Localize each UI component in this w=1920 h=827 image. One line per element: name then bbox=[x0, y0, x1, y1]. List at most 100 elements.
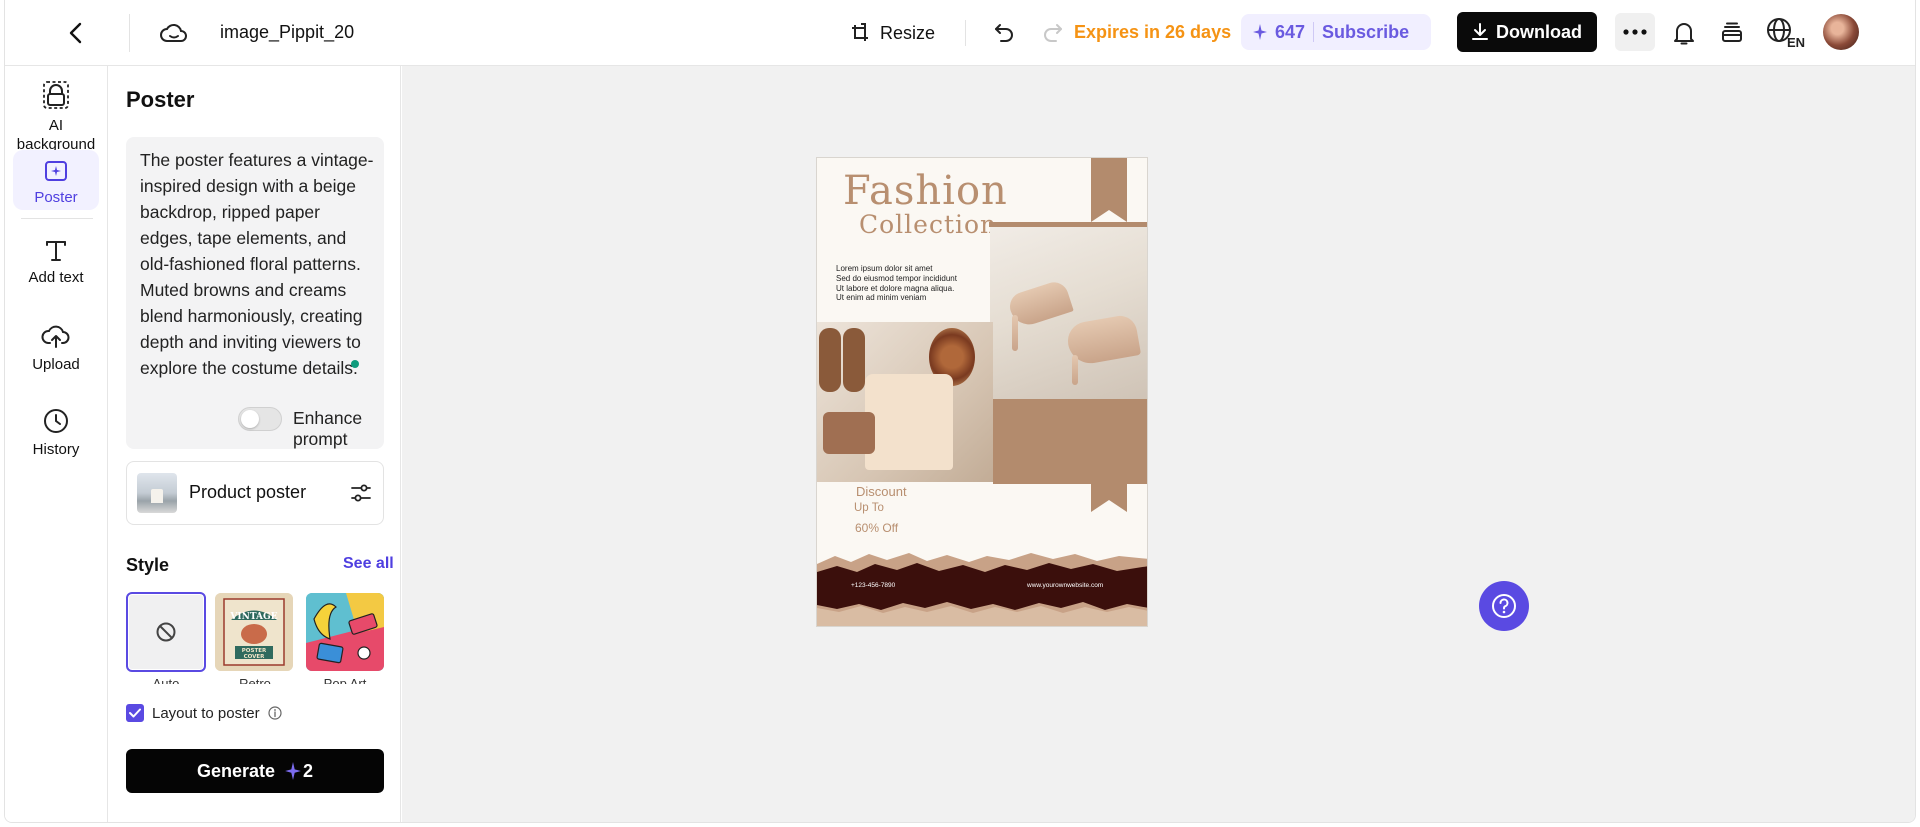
divider bbox=[129, 14, 130, 52]
undo-button[interactable] bbox=[987, 16, 1021, 50]
credits-pill[interactable]: 647 Subscribe bbox=[1241, 14, 1431, 50]
poster-lorem-line: Sed do eiusmod tempor incididunt bbox=[836, 273, 957, 283]
poster-phone: +123-456-7890 bbox=[851, 582, 896, 589]
redo-icon bbox=[1044, 24, 1062, 42]
info-icon[interactable] bbox=[267, 706, 282, 720]
poster-photo-flatlay bbox=[817, 322, 993, 482]
resize-button[interactable]: Resize bbox=[848, 16, 935, 50]
generate-label: Generate bbox=[196, 760, 276, 781]
avatar[interactable] bbox=[1823, 14, 1859, 50]
product-thumbnail bbox=[137, 473, 177, 513]
generate-button[interactable]: Generate 2 bbox=[126, 749, 384, 793]
flatlay-sweater bbox=[865, 374, 953, 470]
prompt-box[interactable]: The poster features a vintage-inspired d… bbox=[126, 137, 384, 449]
more-horizontal-icon bbox=[1623, 29, 1647, 35]
poster-lorem-line: Lorem ipsum dolor sit amet bbox=[836, 264, 933, 273]
heel-right bbox=[1072, 355, 1078, 385]
flatlay-shoe bbox=[819, 328, 841, 392]
poster-preview[interactable]: Fashion Collection Lorem ipsum dolor sit… bbox=[816, 157, 1148, 627]
clock-icon bbox=[44, 409, 68, 433]
generate-cost-value: 2 bbox=[303, 760, 314, 781]
poster-lorem-line: Ut enim ad minim veniam bbox=[836, 293, 927, 303]
credits-count: 647 bbox=[1275, 21, 1306, 42]
layout-to-poster-row: Layout to poster bbox=[126, 703, 282, 723]
notifications-button[interactable] bbox=[1667, 16, 1701, 50]
download-icon bbox=[1472, 23, 1488, 40]
rail-label: History bbox=[32, 441, 80, 458]
language-code: EN bbox=[1787, 35, 1805, 50]
poster-photo-heels bbox=[990, 227, 1147, 399]
rail-label: Upload bbox=[32, 356, 80, 373]
poster-icon bbox=[45, 161, 67, 181]
style-card-retro[interactable]: VINTAGE POSTER COVER bbox=[215, 593, 293, 671]
see-all-link[interactable]: See all bbox=[343, 555, 394, 573]
poster-ribbon-top bbox=[1091, 158, 1127, 222]
poster-panel: Poster The poster features a vintage-ins… bbox=[109, 66, 401, 822]
rail-item-poster[interactable]: Poster bbox=[13, 150, 99, 210]
redo-button[interactable] bbox=[1036, 16, 1070, 50]
retro-thumbnail: VINTAGE POSTER COVER bbox=[215, 593, 293, 671]
sparkle-icon bbox=[285, 762, 301, 780]
globe-icon: EN bbox=[1767, 18, 1805, 50]
projects-button[interactable] bbox=[1715, 16, 1749, 50]
subscribe-link[interactable]: Subscribe bbox=[1322, 22, 1409, 43]
style-label-pop-art: Pop Art bbox=[323, 676, 367, 684]
more-options-button[interactable] bbox=[1615, 13, 1655, 51]
undo-icon bbox=[995, 24, 1013, 42]
poster-lorem-line: Ut labore et dolore magna aliqua. bbox=[836, 283, 955, 293]
download-label: Download bbox=[1496, 21, 1582, 42]
help-button[interactable] bbox=[1479, 581, 1529, 631]
poster-up-to: Up To bbox=[854, 502, 884, 514]
poster-title-fashion: Fashion bbox=[843, 168, 1008, 214]
sliders-icon[interactable] bbox=[349, 481, 373, 505]
layout-to-poster-checkbox[interactable] bbox=[126, 704, 144, 722]
prompt-textarea[interactable]: The poster features a vintage-inspired d… bbox=[140, 147, 376, 381]
retro-card-line1: VINTAGE bbox=[229, 612, 277, 622]
cloud-save-button[interactable] bbox=[157, 16, 191, 50]
panel-title: Poster bbox=[126, 87, 195, 112]
grammar-indicator bbox=[351, 360, 359, 368]
rail-label: AI background bbox=[16, 117, 96, 153]
retro-card-line3: COVER bbox=[244, 654, 266, 660]
layout-to-poster-label: Layout to poster bbox=[152, 704, 260, 722]
generate-cost: 2 bbox=[285, 761, 313, 782]
expires-text[interactable]: Expires in 26 days bbox=[1074, 20, 1231, 44]
download-button[interactable]: Download bbox=[1457, 12, 1597, 52]
rail-item-upload[interactable]: Upload bbox=[13, 319, 99, 379]
enhance-prompt-label: Enhance prompt bbox=[293, 408, 363, 449]
product-poster-label: Product poster bbox=[189, 482, 307, 502]
canvas-area[interactable]: Fashion Collection Lorem ipsum dolor sit… bbox=[402, 66, 1915, 822]
product-poster-selector[interactable]: Product poster bbox=[126, 461, 384, 525]
sparkle-icon bbox=[1253, 24, 1267, 40]
file-name[interactable]: image_Pippit_20 bbox=[220, 20, 355, 44]
divider bbox=[965, 20, 966, 46]
resize-label: Resize bbox=[880, 22, 936, 43]
bell-icon bbox=[1674, 23, 1694, 45]
style-card-auto[interactable] bbox=[126, 592, 206, 672]
rail-label: Add text bbox=[28, 269, 84, 286]
language-button[interactable]: EN bbox=[1765, 14, 1809, 52]
enhance-prompt-toggle[interactable] bbox=[238, 407, 282, 431]
rail-item-add-text[interactable]: Add text bbox=[13, 234, 99, 294]
poster-percent-off: 60% Off bbox=[855, 521, 899, 535]
no-style-icon bbox=[156, 622, 176, 642]
toggle-knob bbox=[241, 410, 259, 428]
rail-item-history[interactable]: History bbox=[13, 404, 99, 464]
heel-left bbox=[1012, 315, 1018, 351]
style-card-pop-art[interactable] bbox=[306, 593, 384, 671]
resize-icon bbox=[852, 23, 868, 41]
poster-lorem-text: Lorem ipsum dolor sit amet Sed do eiusmo… bbox=[836, 264, 986, 303]
app-window: image_Pippit_20 Resize Expires in 26 day… bbox=[4, 0, 1916, 823]
divider bbox=[21, 218, 93, 219]
rail-item-ai-background[interactable]: AI background bbox=[13, 76, 99, 156]
poster-discount: Discount bbox=[856, 484, 907, 499]
style-label-retro: Retro bbox=[239, 676, 271, 684]
question-icon bbox=[1492, 594, 1516, 618]
stack-icon bbox=[1722, 22, 1742, 42]
top-bar: image_Pippit_20 Resize Expires in 26 day… bbox=[5, 0, 1915, 66]
flatlay-bag bbox=[823, 412, 875, 454]
chevron-left-icon bbox=[69, 22, 82, 44]
cloud-icon bbox=[160, 23, 187, 42]
back-button[interactable] bbox=[61, 18, 91, 48]
left-rail: AI background Poster Add text Upload His… bbox=[5, 66, 108, 822]
